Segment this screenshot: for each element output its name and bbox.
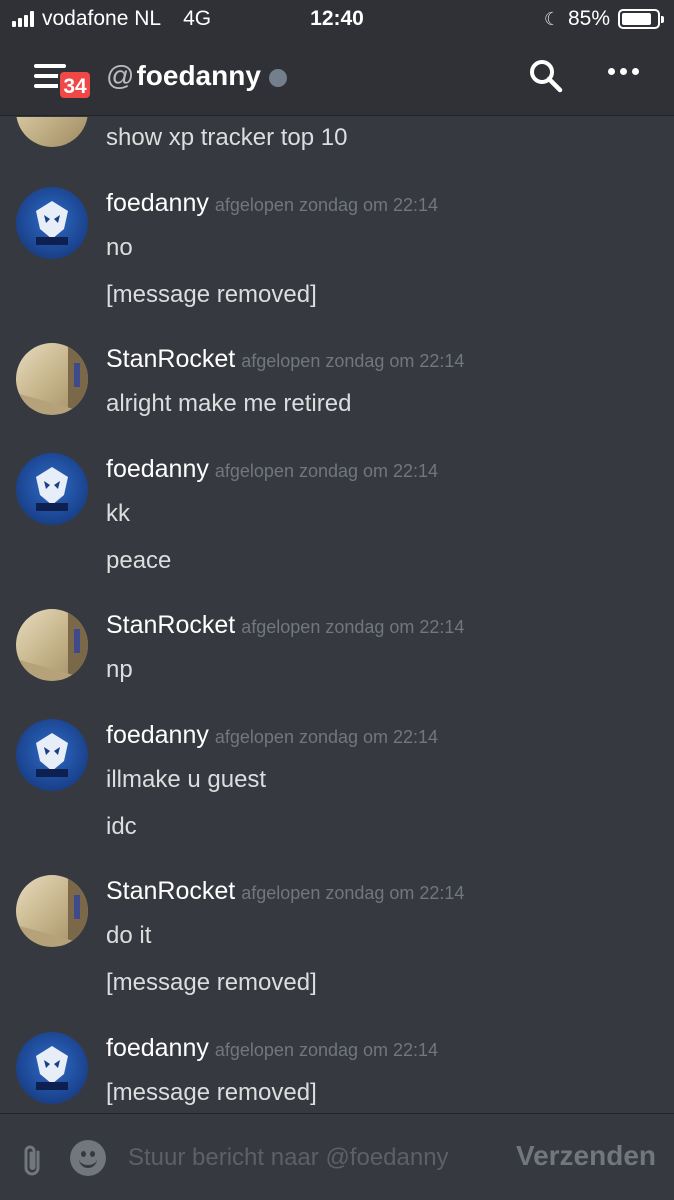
message-author[interactable]: foedanny afgelopen zondag om 22:14 — [106, 189, 438, 218]
unread-badge: 34 — [58, 70, 92, 100]
message-timestamp: afgelopen zondag om 22:14 — [241, 351, 465, 371]
message-author[interactable]: StanRocket afgelopen zondag om 22:14 — [106, 877, 464, 906]
message-timestamp: afgelopen zondag om 22:14 — [214, 1040, 439, 1060]
message-list[interactable]: show xp tracker top 10 foedanny afgelopen… — [0, 117, 674, 1113]
presence-indicator — [268, 69, 287, 87]
message-timestamp: afgelopen zondag om 22:14 — [214, 461, 439, 481]
message-timestamp: afgelopen zondag om 22:14 — [241, 617, 465, 637]
message-text: [message removed] — [106, 969, 317, 996]
message-timestamp: afgelopen zondag om 22:14 — [241, 883, 465, 903]
status-bar: vodafone NL 4G 12:40 ☾ 85% — [0, 0, 674, 38]
status-right: ☾ 85% — [543, 7, 664, 31]
moon-icon: ☾ — [543, 8, 560, 29]
avatar[interactable] — [16, 117, 88, 147]
message-text: kk — [106, 500, 130, 527]
send-button[interactable]: Verzenden — [516, 1140, 656, 1172]
battery-icon — [618, 9, 664, 29]
chat-header: 34 @ foedanny — [0, 38, 674, 116]
avatar[interactable] — [16, 875, 88, 947]
message-text: peace — [106, 547, 172, 574]
message-composer: Verzenden — [0, 1113, 674, 1200]
avatar[interactable] — [16, 1032, 88, 1104]
author-name[interactable]: foedanny — [106, 455, 209, 483]
at-symbol: @ — [106, 60, 135, 91]
message-author[interactable]: StanRocket afgelopen zondag om 22:14 — [106, 611, 464, 640]
author-name[interactable]: foedanny — [106, 721, 209, 749]
channel-title[interactable]: @ foedanny — [106, 60, 287, 92]
paperclip-icon[interactable] — [20, 1144, 46, 1183]
avatar[interactable] — [16, 719, 88, 791]
message-text: do it — [106, 922, 152, 949]
author-name[interactable]: foedanny — [106, 1034, 209, 1062]
author-name[interactable]: foedanny — [106, 189, 209, 217]
avatar[interactable] — [16, 609, 88, 681]
message-text: illmake u guest — [106, 766, 267, 793]
message-text: no — [106, 234, 133, 261]
avatar[interactable] — [16, 343, 88, 415]
message-author[interactable]: foedanny afgelopen zondag om 22:14 — [106, 1034, 438, 1063]
message-text: [message removed] — [106, 1079, 317, 1106]
emoji-icon[interactable] — [70, 1140, 106, 1176]
avatar[interactable] — [16, 453, 88, 525]
message-text: show xp tracker top 10 — [106, 124, 348, 151]
message-timestamp: afgelopen zondag om 22:14 — [214, 195, 439, 215]
message-text: [message removed] — [106, 281, 317, 308]
message-text: idc — [106, 813, 137, 840]
search-icon[interactable] — [528, 58, 564, 94]
message-input[interactable] — [128, 1136, 488, 1180]
message-author[interactable]: foedanny afgelopen zondag om 22:14 — [106, 721, 438, 750]
more-icon[interactable] — [608, 68, 639, 75]
message-author[interactable]: StanRocket afgelopen zondag om 22:14 — [106, 345, 464, 374]
channel-name: foedanny — [136, 60, 261, 91]
message-text: alright make me retired — [106, 390, 352, 417]
message-text: np — [106, 656, 133, 683]
author-name[interactable]: StanRocket — [106, 345, 235, 373]
author-name[interactable]: StanRocket — [106, 611, 235, 639]
message-author[interactable]: foedanny afgelopen zondag om 22:14 — [106, 455, 438, 484]
author-name[interactable]: StanRocket — [106, 877, 235, 905]
message-timestamp: afgelopen zondag om 22:14 — [214, 727, 439, 747]
battery-fill — [622, 13, 651, 25]
battery-percent: 85% — [567, 7, 610, 30]
avatar[interactable] — [16, 187, 88, 259]
